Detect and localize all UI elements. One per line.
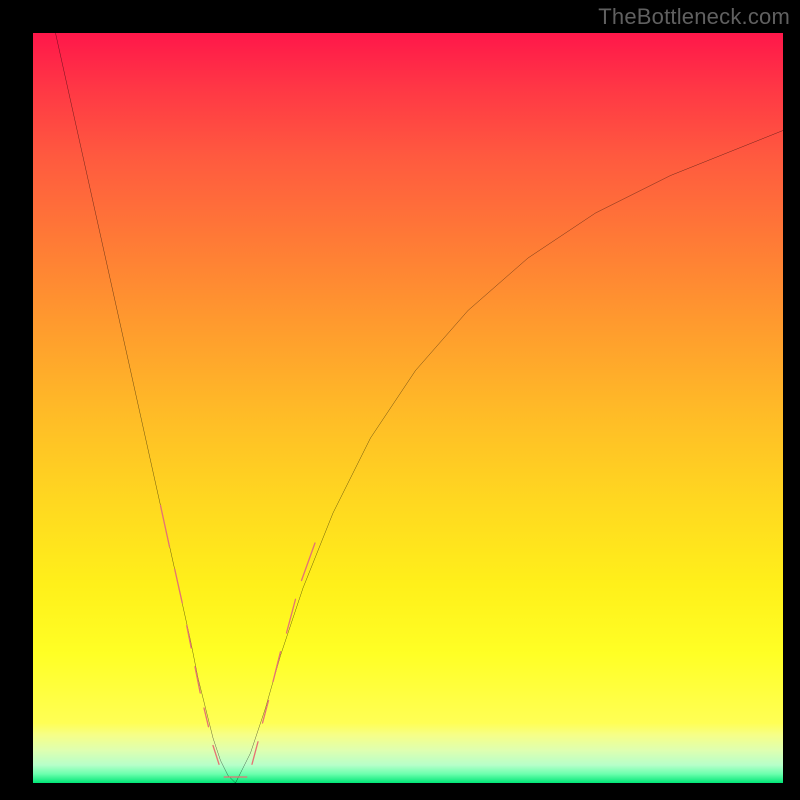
curves-group <box>56 33 784 783</box>
chart-stage: TheBottleneck.com <box>0 0 800 800</box>
chart-svg <box>33 33 783 783</box>
plot-area <box>33 33 783 783</box>
marker-right_segment_4 <box>287 599 296 633</box>
marker-right_segment_1 <box>252 742 258 765</box>
marker-left_segment_2 <box>175 569 183 603</box>
marker-left_segment_1 <box>161 506 170 547</box>
markers-group <box>161 506 316 778</box>
marker-left_segment_4 <box>195 667 200 693</box>
marker-right_segment_3 <box>273 652 281 682</box>
marker-left_segment_3 <box>187 626 192 649</box>
series-left_curve <box>56 33 236 783</box>
marker-left_segment_6 <box>213 746 219 765</box>
series-right_curve <box>236 131 784 784</box>
marker-right_segment_2 <box>263 701 269 724</box>
watermark-text: TheBottleneck.com <box>598 4 790 30</box>
